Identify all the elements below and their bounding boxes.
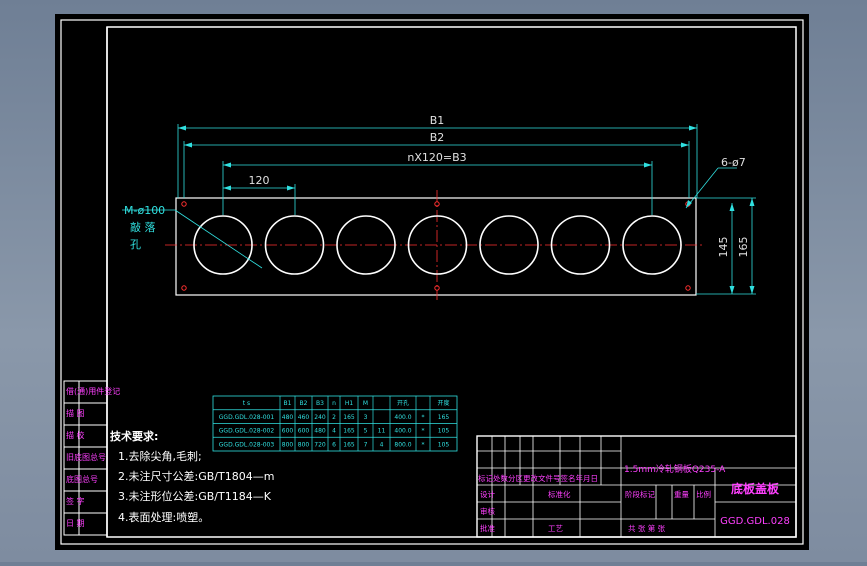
spec-cell: 4 (380, 441, 384, 448)
spec-header-cell: B1 (284, 400, 292, 407)
spec-cell: 2 (332, 414, 336, 421)
dim-pitch-label: 120 (249, 174, 270, 187)
spec-cell: * (422, 428, 425, 435)
tech-requirements-title: 技术要求: (110, 429, 158, 443)
title-block-review-label: 审核 (480, 506, 495, 516)
spec-cell: 800 (298, 441, 310, 448)
title-block-scale-label: 比例 (696, 489, 711, 499)
spec-cell: 400.0 (394, 428, 411, 435)
spec-cell: * (422, 441, 425, 448)
dim-b2-label: B2 (430, 131, 445, 144)
spec-cell: GGD.GDL.028-001 (219, 414, 275, 421)
tech-requirement-item: 3.未注形位公差:GB/T1184—K (118, 489, 272, 503)
spec-cell: 6 (332, 441, 336, 448)
spec-cell: 600 (282, 428, 294, 435)
title-block-process-label: 工艺 (548, 524, 563, 533)
title-block-stage-label: 阶段标记 (625, 489, 655, 499)
spec-cell: 7 (364, 441, 368, 448)
title-block-revision-labels: 标记处数分区更改文件号签名年月日 (478, 473, 598, 483)
spec-cell: 800.0 (394, 441, 411, 448)
tech-requirement-item: 2.未注尺寸公差:GB/T1804—m (118, 469, 274, 483)
title-block-design-label: 设计 (480, 489, 495, 499)
spec-cell: 105 (438, 441, 450, 448)
spec-header-cell: M (363, 400, 368, 407)
title-block-sheet-label: 共 张 第 张 (628, 523, 666, 533)
title-block-part-name: 底板盖板 (731, 481, 780, 496)
spec-cell: * (422, 414, 425, 421)
spec-header-cell: H1 (345, 400, 354, 407)
spec-header-cell: n (332, 400, 336, 407)
cad-viewport: B1 B2 nX120=B3 120 6-ø7 145 165 M-ø100 敲… (0, 0, 867, 562)
spec-cell: 165 (343, 428, 355, 435)
spec-header-cell: 开孔 (397, 399, 409, 407)
title-block-material: 1.5mm冷轧钢板Q235-A (624, 463, 726, 475)
title-block-weight-label: 重量 (674, 490, 689, 499)
dim-h-inner-label: 145 (717, 237, 730, 258)
knockout-note-line3: 孔 (130, 238, 141, 251)
spec-cell: 240 (314, 414, 326, 421)
title-block-standard-label: 标准化 (548, 489, 571, 499)
title-block-approve-label: 批准 (480, 523, 495, 533)
knockout-note-line1: M-ø100 (124, 204, 165, 217)
stamp-label: 描 图 (66, 408, 85, 418)
drawing-canvas: B1 B2 nX120=B3 120 6-ø7 145 165 M-ø100 敲… (55, 14, 809, 550)
spec-cell: 3 (364, 414, 368, 421)
spec-header-cell: t s (243, 400, 250, 407)
spec-cell: GGD.GDL.028-003 (219, 441, 275, 448)
spec-cell: 460 (298, 414, 310, 421)
spec-cell: GGD.GDL.028-002 (219, 428, 275, 435)
dim-b3-label: nX120=B3 (407, 151, 466, 164)
spec-cell: 165 (343, 414, 355, 421)
tech-requirement-item: 1.去除尖角,毛刺; (118, 449, 202, 463)
stamp-label: 日 期 (66, 519, 85, 528)
dim-holes-label: 6-ø7 (721, 156, 746, 169)
spec-cell: 5 (364, 428, 368, 435)
spec-cell: 800 (282, 441, 294, 448)
spec-cell: 165 (343, 441, 355, 448)
spec-cell: 11 (378, 428, 386, 435)
spec-header-cell: 开度 (437, 399, 449, 407)
spec-cell: 720 (314, 441, 326, 448)
spec-cell: 480 (282, 414, 294, 421)
stamp-label: 旧底图总号 (66, 452, 106, 462)
spec-cell: 400.0 (394, 414, 411, 421)
dim-b1-label: B1 (430, 114, 445, 127)
spec-cell: 105 (438, 428, 450, 435)
spec-cell: 600 (298, 428, 310, 435)
stamp-label: 签 字 (66, 496, 85, 506)
spec-cell: 165 (438, 414, 450, 421)
spec-header-cell: B3 (316, 400, 324, 407)
stamp-label: 借(通)用件登记 (66, 386, 120, 396)
tech-requirement-item: 4.表面处理:喷塑。 (118, 510, 209, 524)
spec-header-cell: B2 (300, 400, 308, 407)
stamp-label: 描 校 (66, 430, 85, 440)
stamp-label: 底图总号 (66, 474, 98, 484)
spec-cell: 4 (332, 428, 336, 435)
knockout-note-line2: 敲 落 (130, 220, 156, 234)
dim-h-outer-label: 165 (737, 237, 750, 258)
title-block-drawing-number: GGD.GDL.028 (720, 516, 790, 527)
spec-cell: 480 (314, 428, 326, 435)
